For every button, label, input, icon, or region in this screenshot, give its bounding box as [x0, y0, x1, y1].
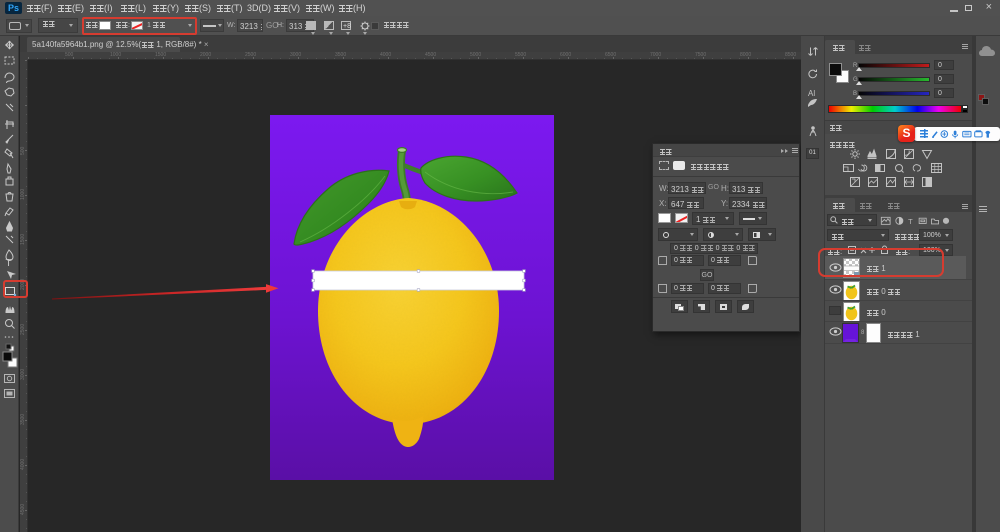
svg-text:T: T: [908, 217, 913, 226]
svg-text:T: T: [6, 258, 12, 269]
